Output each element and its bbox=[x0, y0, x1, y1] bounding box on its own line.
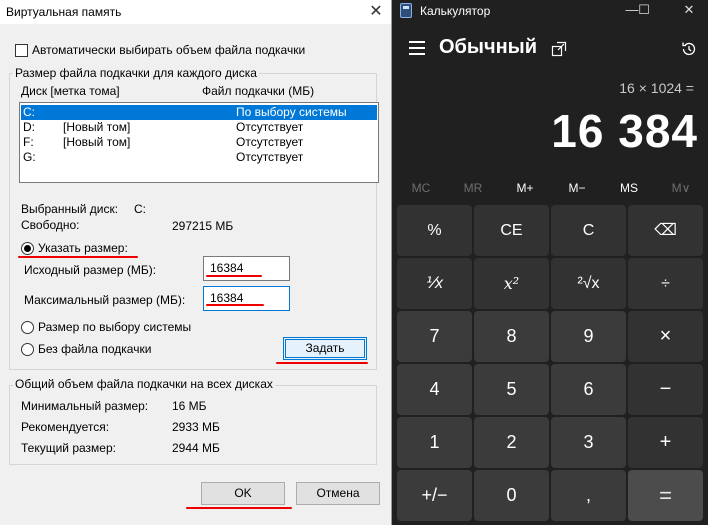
recommended-label: Рекомендуется: bbox=[21, 420, 110, 434]
calculator-app-icon bbox=[400, 3, 412, 18]
drive-row-c[interactable]: C: По выбору системы bbox=[21, 105, 377, 120]
calculator-title: Калькулятор bbox=[420, 4, 491, 18]
no-pagefile-label: Без файла подкачки bbox=[38, 342, 152, 356]
no-pagefile-radio[interactable] bbox=[21, 343, 34, 356]
dialog-title: Виртуальная память bbox=[6, 5, 122, 19]
drive-row-g[interactable]: G: Отсутствует bbox=[21, 150, 377, 165]
memory-clear-button[interactable]: MC bbox=[396, 181, 446, 195]
memory-subtract-button[interactable]: M− bbox=[552, 181, 602, 195]
column-file-header: Файл подкачки (МБ) bbox=[202, 84, 315, 98]
virtual-memory-dialog: Виртуальная память ✕ Автоматически выбир… bbox=[0, 0, 392, 525]
digit-4-button[interactable]: 4 bbox=[397, 364, 472, 415]
ok-button[interactable]: OK bbox=[201, 482, 285, 505]
max-size-label: Максимальный размер (МБ): bbox=[24, 293, 186, 307]
divide-button[interactable]: ÷ bbox=[628, 258, 703, 309]
close-icon[interactable]: ✕ bbox=[674, 0, 704, 22]
drive-letter: C: bbox=[23, 105, 35, 119]
drive-list[interactable]: C: По выбору системы D: [Новый том] Отсу… bbox=[19, 102, 379, 183]
square-button[interactable]: x² bbox=[474, 258, 549, 309]
annotation-underline bbox=[206, 304, 264, 306]
drive-pagefile-value: По выбору системы bbox=[236, 105, 347, 119]
min-size-value: 16 МБ bbox=[172, 399, 207, 413]
equals-button[interactable]: = bbox=[628, 470, 703, 521]
result-display: 16 384 bbox=[551, 105, 698, 157]
initial-size-input[interactable]: 16384 bbox=[203, 256, 290, 281]
memory-store-button[interactable]: MS bbox=[604, 181, 654, 195]
dialog-titlebar: Виртуальная память ✕ bbox=[0, 0, 391, 24]
history-icon[interactable] bbox=[680, 40, 698, 58]
drive-row-f[interactable]: F: [Новый том] Отсутствует bbox=[21, 135, 377, 150]
selected-drive-value: C: bbox=[134, 202, 146, 216]
drive-pagefile-value: Отсутствует bbox=[236, 135, 304, 149]
cancel-button[interactable]: Отмена bbox=[296, 482, 380, 505]
system-size-radio[interactable] bbox=[21, 321, 34, 334]
drive-volume-label: [Новый том] bbox=[63, 120, 131, 134]
digit-5-button[interactable]: 5 bbox=[474, 364, 549, 415]
system-size-label: Размер по выбору системы bbox=[38, 320, 192, 334]
digit-8-button[interactable]: 8 bbox=[474, 311, 549, 362]
custom-size-radio[interactable] bbox=[21, 242, 34, 255]
digit-7-button[interactable]: 7 bbox=[397, 311, 472, 362]
hamburger-menu-icon[interactable] bbox=[409, 41, 425, 55]
total-group-label: Общий объем файла подкачки на всех диска… bbox=[13, 377, 275, 391]
drive-row-d[interactable]: D: [Новый том] Отсутствует bbox=[21, 120, 377, 135]
max-size-input[interactable]: 16384 bbox=[203, 286, 290, 311]
expression-display: 16 × 1024 = bbox=[619, 80, 694, 96]
free-space-label: Свободно: bbox=[21, 218, 80, 232]
digit-3-button[interactable]: 3 bbox=[551, 417, 626, 468]
reciprocal-button[interactable]: ⅟x bbox=[397, 258, 472, 309]
multiply-button[interactable]: × bbox=[628, 311, 703, 362]
clear-entry-button[interactable]: CE bbox=[474, 205, 549, 256]
current-size-label: Текущий размер: bbox=[21, 441, 116, 455]
keep-on-top-icon[interactable] bbox=[551, 41, 567, 57]
percent-button[interactable]: % bbox=[397, 205, 472, 256]
digit-2-button[interactable]: 2 bbox=[474, 417, 549, 468]
annotation-underline bbox=[186, 507, 292, 509]
memory-list-button[interactable]: M∨ bbox=[656, 181, 706, 195]
drive-pagefile-value: Отсутствует bbox=[236, 150, 304, 164]
selected-drive-label: Выбранный диск: bbox=[21, 202, 119, 216]
plus-button[interactable]: + bbox=[628, 417, 703, 468]
auto-manage-checkbox[interactable] bbox=[15, 44, 28, 57]
drive-letter: F: bbox=[23, 135, 34, 149]
clear-button[interactable]: C bbox=[551, 205, 626, 256]
backspace-button[interactable]: ⌫ bbox=[628, 205, 703, 256]
annotation-underline bbox=[18, 256, 138, 258]
digit-6-button[interactable]: 6 bbox=[551, 364, 626, 415]
memory-add-button[interactable]: M+ bbox=[500, 181, 550, 195]
recommended-value: 2933 МБ bbox=[172, 420, 220, 434]
free-space-value: 297215 МБ bbox=[172, 219, 234, 233]
column-disk-header: Диск [метка тома] bbox=[21, 84, 120, 98]
current-size-value: 2944 МБ bbox=[172, 441, 220, 455]
annotation-underline bbox=[206, 275, 262, 277]
negate-button[interactable]: +/− bbox=[397, 470, 472, 521]
maximize-icon[interactable]: ☐ bbox=[629, 0, 659, 22]
min-size-label: Минимальный размер: bbox=[21, 399, 149, 413]
calculator-mode-title: Обычный bbox=[439, 36, 538, 58]
digit-1-button[interactable]: 1 bbox=[397, 417, 472, 468]
digit-0-button[interactable]: 0 bbox=[474, 470, 549, 521]
custom-size-label: Указать размер: bbox=[38, 241, 128, 255]
memory-recall-button[interactable]: MR bbox=[448, 181, 498, 195]
annotation-underline bbox=[276, 362, 368, 364]
calculator-window: Калькулятор — ☐ ✕ Обычный 16 × 1024 = 16… bbox=[392, 0, 708, 525]
close-icon[interactable]: ✕ bbox=[361, 0, 391, 24]
drive-letter: G: bbox=[23, 150, 36, 164]
minus-button[interactable]: − bbox=[628, 364, 703, 415]
drive-pagefile-value: Отсутствует bbox=[236, 120, 304, 134]
set-button[interactable]: Задать bbox=[283, 337, 367, 360]
digit-9-button[interactable]: 9 bbox=[551, 311, 626, 362]
drive-letter: D: bbox=[23, 120, 35, 134]
square-root-button[interactable]: ²√x bbox=[551, 258, 626, 309]
auto-manage-label: Автоматически выбирать объем файла подка… bbox=[32, 43, 306, 57]
decimal-button[interactable]: , bbox=[551, 470, 626, 521]
per-drive-group-label: Размер файла подкачки для каждого диска bbox=[13, 66, 259, 80]
initial-size-label: Исходный размер (МБ): bbox=[24, 263, 157, 277]
drive-volume-label: [Новый том] bbox=[63, 135, 131, 149]
